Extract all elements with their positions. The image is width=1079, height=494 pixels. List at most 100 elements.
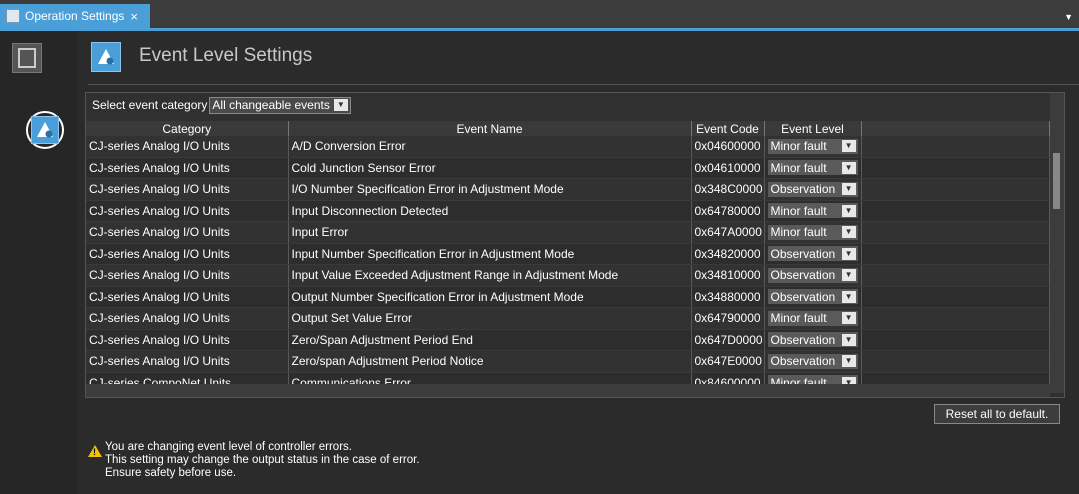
cell-event-name: Cold Junction Sensor Error <box>288 157 692 179</box>
cell-event-code: 0x34810000 <box>691 264 765 287</box>
event-level-select[interactable]: Observation ▼ <box>767 289 858 305</box>
cell-filler <box>861 136 1050 158</box>
cell-event-level: Minor fault ▼ <box>764 157 862 179</box>
category-select[interactable]: All changeable events ▼ <box>209 96 351 114</box>
cell-filler <box>861 178 1050 201</box>
event-level-select[interactable]: Observation ▼ <box>767 267 858 283</box>
reset-all-button[interactable]: Reset all to default. <box>934 404 1060 424</box>
tab-label: Operation Settings <box>25 9 125 23</box>
cell-event-level: Minor fault ▼ <box>764 200 862 222</box>
event-level-select[interactable]: Minor fault ▼ <box>767 203 858 219</box>
warning-message: ! You are changing event level of contro… <box>88 441 488 480</box>
cell-event-level: Observation ▼ <box>764 350 862 373</box>
cell-event-name: Output Set Value Error <box>288 307 692 330</box>
cell-event-name: Input Error <box>288 221 692 244</box>
cell-event-level: Minor fault ▼ <box>764 221 862 244</box>
column-header-event-name[interactable]: Event Name <box>288 121 692 136</box>
table-row[interactable]: CJ-series Analog I/O Units Input Error 0x6… <box>86 221 1050 244</box>
event-level-select[interactable]: Observation ▼ <box>767 353 858 369</box>
event-level-value: Minor fault <box>770 139 827 154</box>
event-level-value: Observation <box>770 332 836 347</box>
table-row[interactable]: CJ-series Analog I/O Units Zero/Span Adju… <box>86 329 1050 351</box>
event-level-settings-icon[interactable] <box>26 111 64 149</box>
cell-event-code: 0x04610000 <box>691 157 765 179</box>
cell-category: CJ-series Analog I/O Units <box>86 157 289 179</box>
event-level-value: Minor fault <box>770 225 827 240</box>
cell-event-name: Zero/span Adjustment Period Notice <box>288 350 692 373</box>
event-table: Category Event Name Event Code Event Lev… <box>86 121 1050 394</box>
cell-event-level: Observation ▼ <box>764 178 862 201</box>
cell-filler <box>861 329 1050 351</box>
cell-event-name: Zero/Span Adjustment Period End <box>288 329 692 351</box>
cell-category: CJ-series Analog I/O Units <box>86 200 289 222</box>
chevron-down-icon[interactable]: ▼ <box>1064 12 1073 22</box>
table-row[interactable]: CJ-series Analog I/O Units I/O Number Spe… <box>86 178 1050 201</box>
chevron-down-icon: ▼ <box>841 226 856 239</box>
column-header-category[interactable]: Category <box>86 121 289 136</box>
horizontal-scrollbar[interactable] <box>86 384 1050 397</box>
table-row[interactable]: CJ-series Analog I/O Units A/D Conversion… <box>86 136 1050 158</box>
table-row[interactable]: CJ-series Analog I/O Units Input Value Ex… <box>86 264 1050 287</box>
column-header-filler <box>861 121 1050 136</box>
cell-filler <box>861 200 1050 222</box>
column-header-event-level[interactable]: Event Level <box>764 121 862 136</box>
page-header: Event Level Settings <box>88 40 1079 85</box>
event-table-panel: Select event category All changeable eve… <box>85 92 1065 398</box>
chevron-down-icon: ▼ <box>841 247 856 260</box>
cell-event-name: Output Number Specification Error in Adj… <box>288 286 692 308</box>
category-filter-label: Select event category <box>92 98 208 112</box>
cell-event-level: Observation ▼ <box>764 286 862 308</box>
event-level-value: Observation <box>770 182 836 197</box>
event-level-select[interactable]: Minor fault ▼ <box>767 310 858 326</box>
event-level-value: Observation <box>770 289 836 304</box>
cell-event-code: 0x34880000 <box>691 286 765 308</box>
event-level-select[interactable]: Observation ▼ <box>767 246 858 262</box>
event-level-select[interactable]: Minor fault ▼ <box>767 224 858 240</box>
event-level-value: Observation <box>770 246 836 261</box>
warning-line: You are changing event level of controll… <box>105 441 352 453</box>
cell-category: CJ-series Analog I/O Units <box>86 178 289 201</box>
cell-category: CJ-series Analog I/O Units <box>86 221 289 244</box>
cell-event-code: 0x348C0000 <box>691 178 765 201</box>
event-level-icon <box>91 42 121 72</box>
cell-category: CJ-series Analog I/O Units <box>86 264 289 287</box>
cell-event-level: Minor fault ▼ <box>764 136 862 158</box>
cell-filler <box>861 157 1050 179</box>
table-row[interactable]: CJ-series Analog I/O Units Zero/span Adju… <box>86 350 1050 373</box>
event-level-value: Observation <box>770 354 836 369</box>
tab-operation-settings[interactable]: Operation Settings × <box>0 4 150 28</box>
chevron-down-icon: ▼ <box>333 99 348 111</box>
event-level-select[interactable]: Observation ▼ <box>767 332 858 348</box>
chevron-down-icon: ▼ <box>841 312 856 325</box>
table-row[interactable]: CJ-series Analog I/O Units Output Set Val… <box>86 307 1050 330</box>
cell-category: CJ-series Analog I/O Units <box>86 350 289 373</box>
settings-document-icon <box>6 9 20 23</box>
column-header-event-code[interactable]: Event Code <box>691 121 765 136</box>
cell-event-name: Input Number Specification Error in Adju… <box>288 243 692 265</box>
category-select-value: All changeable events <box>212 98 330 112</box>
event-level-value: Minor fault <box>770 311 827 326</box>
vertical-scrollbar[interactable] <box>1050 93 1064 393</box>
cell-event-name: Input Value Exceeded Adjustment Range in… <box>288 264 692 287</box>
table-row[interactable]: CJ-series Analog I/O Units Input Disconne… <box>86 200 1050 222</box>
table-row[interactable]: CJ-series Analog I/O Units Output Number … <box>86 286 1050 308</box>
operation-settings-icon[interactable] <box>12 43 42 73</box>
category-filter: Select event category All changeable eve… <box>92 96 351 114</box>
chevron-down-icon: ▼ <box>841 333 856 346</box>
cell-filler <box>861 243 1050 265</box>
table-row[interactable]: CJ-series Analog I/O Units Cold Junction … <box>86 157 1050 179</box>
event-level-select[interactable]: Minor fault ▼ <box>767 138 858 154</box>
event-level-select[interactable]: Observation ▼ <box>767 181 858 197</box>
event-level-value: Observation <box>770 268 836 283</box>
cell-event-code: 0x64790000 <box>691 307 765 330</box>
event-level-select[interactable]: Minor fault ▼ <box>767 160 858 176</box>
cell-filler <box>861 350 1050 373</box>
table-row[interactable]: CJ-series Analog I/O Units Input Number S… <box>86 243 1050 265</box>
close-icon[interactable]: × <box>130 9 138 24</box>
cell-category: CJ-series Analog I/O Units <box>86 136 289 158</box>
scrollbar-thumb[interactable] <box>1053 153 1060 209</box>
chevron-down-icon: ▼ <box>841 290 856 303</box>
cell-event-code: 0x04600000 <box>691 136 765 158</box>
cell-event-name: Input Disconnection Detected <box>288 200 692 222</box>
cell-event-name: I/O Number Specification Error in Adjust… <box>288 178 692 201</box>
